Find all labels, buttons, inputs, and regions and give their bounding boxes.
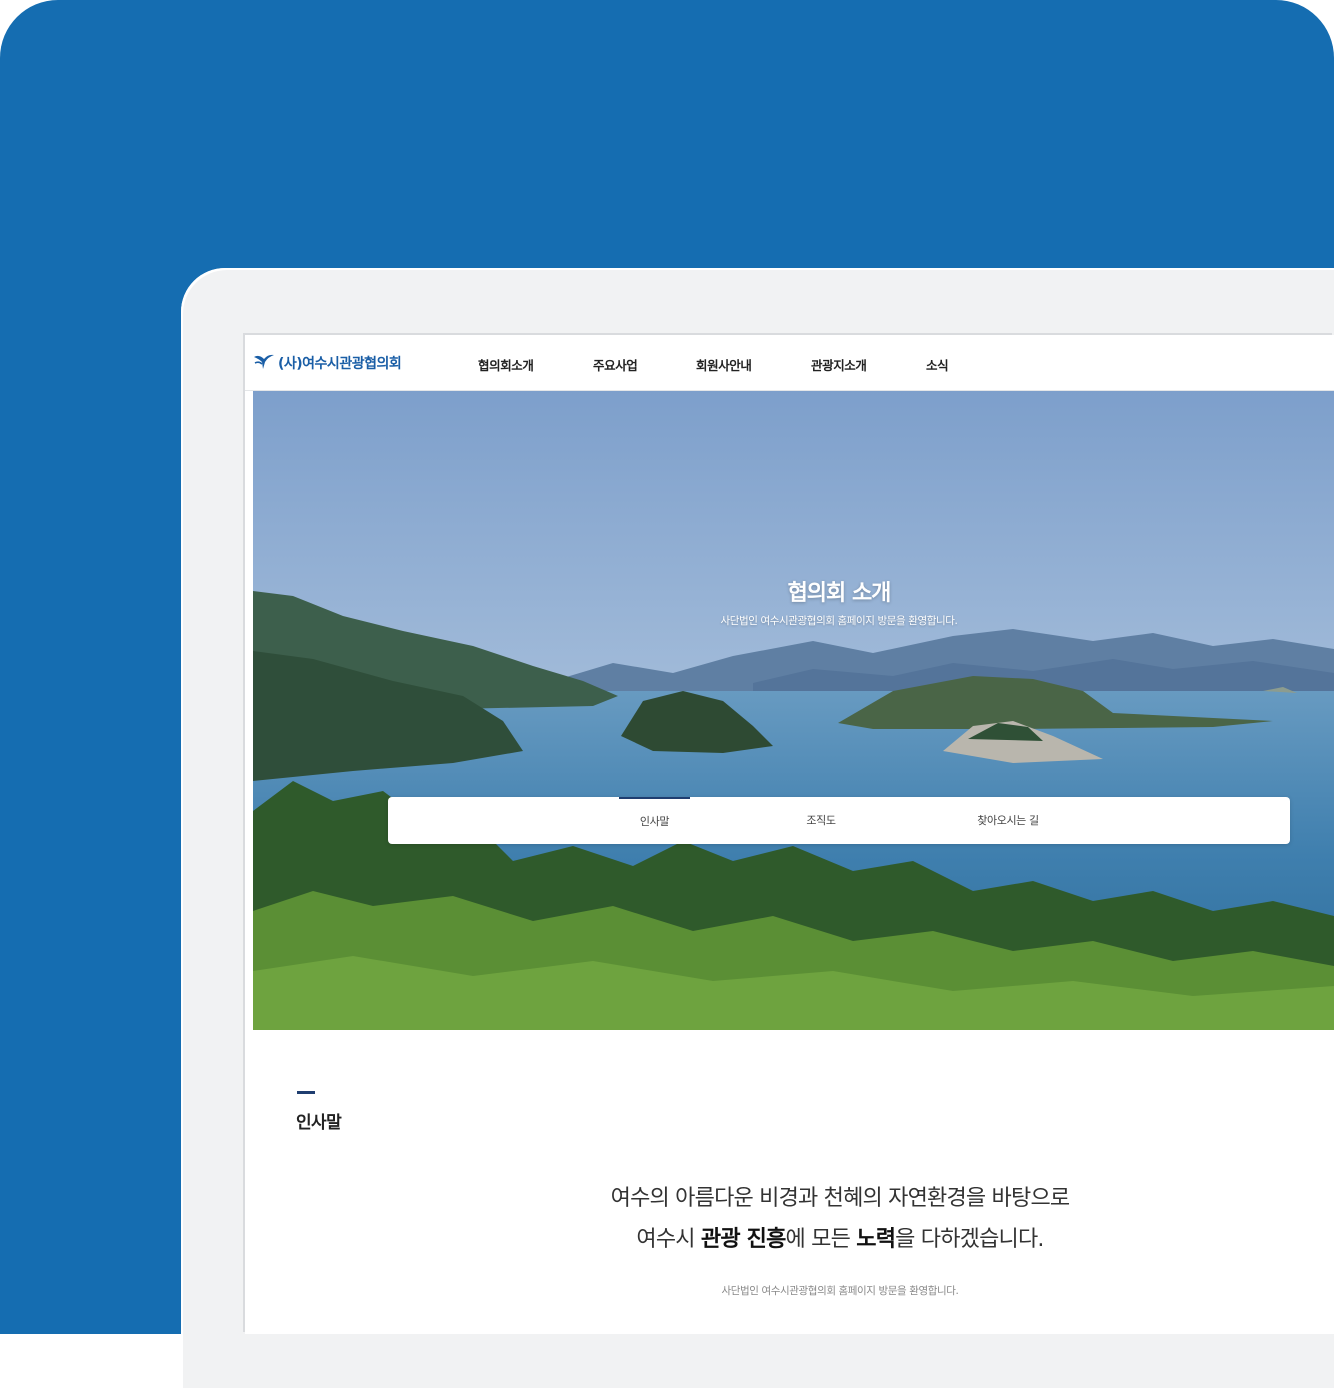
greeting-text: 을 다하겠습니다. [895, 1227, 1044, 1252]
section-accent-bar [297, 1091, 315, 1094]
browser-screen: (사)여수시관광협의회 협의회소개 주요사업 회원사안내 관광지소개 소식 협의… [245, 335, 1334, 1334]
tab-organization[interactable]: 조직도 [786, 797, 856, 844]
nav-item-news[interactable]: 소식 [926, 355, 949, 374]
greeting-message: 여수의 아름다운 비경과 천혜의 자연환경을 바탕으로 여수시 관광 진흥에 모… [245, 1178, 1334, 1260]
hero-subtitle: 사단법인 여수시관광협의회 홈페이지 방문을 환영합니다. [720, 615, 958, 627]
greeting-text: 에 모든 [785, 1227, 857, 1252]
seagull-logo-icon [253, 351, 275, 375]
site-name: (사)여수시관광협의회 [278, 356, 402, 372]
hero-title: 협의회 소개 [787, 581, 892, 606]
section-title: 인사말 [296, 1113, 342, 1133]
greeting-text: 여수시 [636, 1227, 701, 1252]
nav-item-about[interactable]: 협의회소개 [478, 355, 534, 374]
nav-item-business[interactable]: 주요사업 [593, 355, 638, 374]
nav-item-attractions[interactable]: 관광지소개 [811, 355, 867, 374]
tab-directions[interactable]: 찾아오시는 길 [958, 797, 1058, 844]
sub-navigation: 인사말 조직도 찾아오시는 길 [388, 797, 1290, 844]
hero-seascape-image [253, 391, 1334, 1030]
greeting-line-2: 여수시 관광 진흥에 모든 노력을 다하겠습니다. [245, 1219, 1334, 1260]
welcome-note: 사단법인 여수시관광협의회 홈페이지 방문을 환영합니다. [721, 1285, 959, 1297]
site-logo[interactable]: (사)여수시관광협의회 [253, 351, 402, 375]
greeting-emphasis: 노력 [856, 1227, 896, 1252]
tab-greeting[interactable]: 인사말 [619, 797, 690, 844]
greeting-line-1: 여수의 아름다운 비경과 천혜의 자연환경을 바탕으로 [610, 1186, 1070, 1211]
site-header: (사)여수시관광협의회 협의회소개 주요사업 회원사안내 관광지소개 소식 [245, 335, 1334, 391]
nav-item-members[interactable]: 회원사안내 [696, 355, 752, 374]
greeting-emphasis: 관광 진흥 [700, 1227, 786, 1252]
hero-banner: 협의회 소개 사단법인 여수시관광협의회 홈페이지 방문을 환영합니다. 인사말… [253, 391, 1334, 1030]
